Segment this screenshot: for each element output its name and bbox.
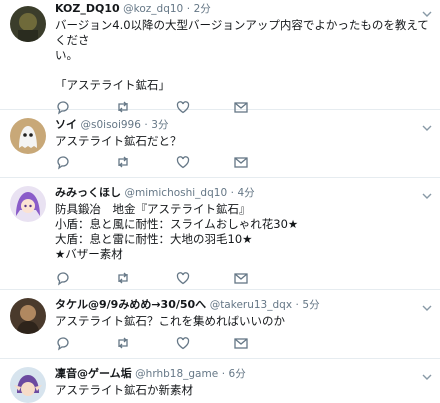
tweet-header: タケル@9/9みめめ→30/50へ @takeru13_dqx · 5分 <box>55 296 430 314</box>
timestamp[interactable]: 2分 <box>194 3 211 15</box>
user-handle[interactable]: @koz_dq10 <box>123 3 183 15</box>
tweet-text: アステライト鉱石か新素材 <box>55 383 193 397</box>
avatar[interactable] <box>10 118 46 154</box>
tweet-text: アステライト鉱石だと？ <box>55 134 182 148</box>
retweet-icon[interactable] <box>115 270 131 286</box>
separator-dot: · <box>186 3 191 15</box>
tweet-actions <box>55 154 430 172</box>
user-handle[interactable]: @s0isoi996 <box>81 119 141 131</box>
avatar[interactable] <box>10 6 46 42</box>
mail-icon[interactable] <box>233 335 249 351</box>
reply-icon[interactable] <box>55 270 71 286</box>
heart-icon[interactable] <box>175 154 191 170</box>
avatar[interactable] <box>10 367 46 403</box>
tweet[interactable]: みみっくほし @mimichoshi_dq10 · 4分 防具鍛冶 地金『アステ… <box>0 178 440 290</box>
tweet[interactable]: 凜音@ゲーム垢 @hrhb18_game · 6分 アステライト鉱石か新素材 <box>0 359 440 403</box>
chevron-down-icon[interactable] <box>422 298 432 311</box>
tweet-actions <box>55 270 430 288</box>
separator-dot: · <box>144 119 148 131</box>
tweet-header: ソイ @s0isoi996 · 3分 <box>55 116 430 134</box>
user-handle[interactable]: @takeru13_dqx <box>210 299 292 311</box>
tweet-header: KOZ_DQ10 @koz_dq10 · 2分 <box>55 0 430 18</box>
heart-icon[interactable] <box>175 335 191 351</box>
heart-icon[interactable] <box>175 270 191 286</box>
timestamp[interactable]: 3分 <box>151 119 168 131</box>
mail-icon[interactable] <box>233 270 249 286</box>
reply-icon[interactable] <box>55 154 71 170</box>
separator-dot: · <box>221 368 226 380</box>
tweet-text: アステライト鉱石？これを集めればいいのか <box>55 314 285 328</box>
tweet[interactable]: ソイ @s0isoi996 · 3分 アステライト鉱石だと？ <box>0 110 440 178</box>
avatar[interactable] <box>10 186 46 222</box>
avatar[interactable] <box>10 298 46 334</box>
retweet-icon[interactable] <box>115 335 131 351</box>
tweet-text: バージョン4.0以降の大型バージョンアップ内容でよかったものを教えてくださ い。… <box>55 18 429 92</box>
tweet-text: 防具鍛冶 地金『アステライト鉱石』 小盾：息と風に耐性：スライムおしゃれ花30★… <box>55 202 299 261</box>
user-handle[interactable]: @hrhb18_game <box>135 368 218 380</box>
chevron-down-icon[interactable] <box>422 4 432 17</box>
tweet-header: 凜音@ゲーム垢 @hrhb18_game · 6分 <box>55 365 430 383</box>
display-name[interactable]: KOZ_DQ10 <box>55 2 120 15</box>
mail-icon[interactable] <box>233 154 249 170</box>
chevron-down-icon[interactable] <box>422 186 432 199</box>
display-name[interactable]: タケル@9/9みめめ→30/50へ <box>55 298 206 311</box>
timestamp[interactable]: 6分 <box>229 368 246 380</box>
retweet-icon[interactable] <box>115 154 131 170</box>
timestamp[interactable]: 4分 <box>237 187 254 199</box>
tweet-actions <box>55 335 430 353</box>
reply-icon[interactable] <box>55 335 71 351</box>
chevron-down-icon[interactable] <box>422 367 432 380</box>
timestamp[interactable]: 5分 <box>302 299 319 311</box>
display-name[interactable]: 凜音@ゲーム垢 <box>55 367 132 380</box>
chevron-down-icon[interactable] <box>422 118 432 131</box>
tweet[interactable]: KOZ_DQ10 @koz_dq10 · 2分 バージョン4.0以降の大型バージ… <box>0 0 440 115</box>
separator-dot: · <box>230 187 234 199</box>
separator-dot: · <box>295 299 299 311</box>
user-handle[interactable]: @mimichoshi_dq10 <box>125 187 228 199</box>
tweet-feed: KOZ_DQ10 @koz_dq10 · 2分 バージョン4.0以降の大型バージ… <box>0 0 440 403</box>
tweet[interactable]: タケル@9/9みめめ→30/50へ @takeru13_dqx · 5分 アステ… <box>0 290 440 359</box>
tweet-header: みみっくほし @mimichoshi_dq10 · 4分 <box>55 184 430 202</box>
display-name[interactable]: ソイ <box>55 118 77 131</box>
display-name[interactable]: みみっくほし <box>55 186 121 199</box>
